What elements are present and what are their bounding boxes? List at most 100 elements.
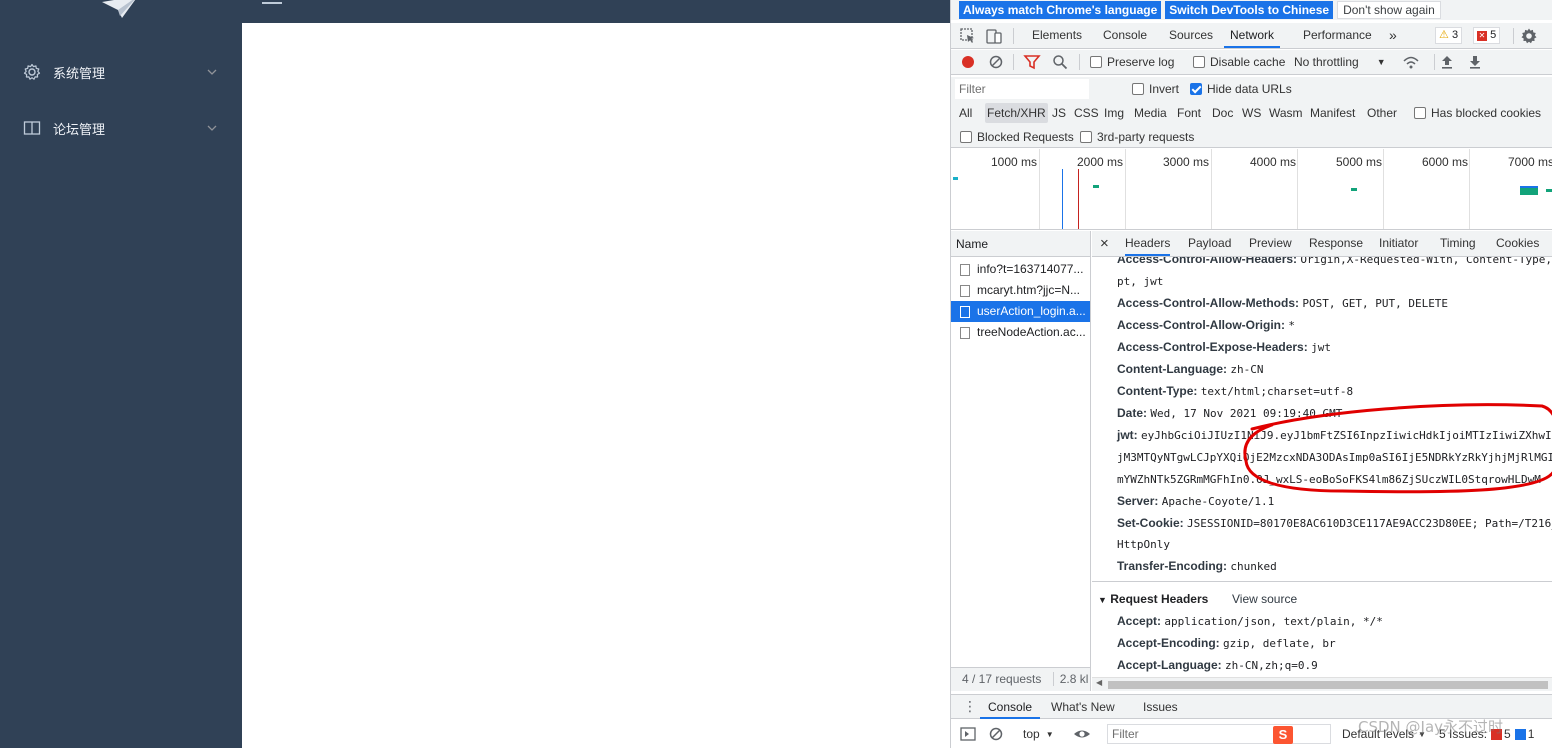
paper-plane-logo-icon — [102, 0, 136, 18]
hide-data-urls-checkbox[interactable]: Hide data URLs — [1190, 82, 1292, 96]
type-filter-css[interactable]: CSS — [1072, 103, 1101, 123]
blocked-requests-checkbox[interactable]: Blocked Requests — [960, 130, 1074, 144]
request-headers-section-toggle[interactable]: ▼ Request Headers — [1098, 592, 1208, 606]
tab-headers[interactable]: Headers — [1125, 231, 1171, 256]
request-row[interactable]: mcaryt.htm?jjc=N... — [951, 280, 1090, 301]
checkbox-box[interactable] — [1414, 107, 1426, 119]
match-language-button[interactable]: Always match Chrome's language — [959, 1, 1162, 19]
network-toolbar: Preserve log Disable cache No throttling… — [951, 50, 1552, 75]
type-filter-all[interactable]: All — [957, 103, 974, 123]
clear-console-icon[interactable] — [987, 725, 1005, 743]
scroll-left-arrow-icon[interactable]: ◀ — [1096, 678, 1102, 687]
tab-elements[interactable]: Elements — [1032, 23, 1082, 48]
checkbox-box[interactable] — [1090, 56, 1102, 68]
sidebar-item-label: 论坛管理 — [53, 122, 106, 138]
resource-type-filters: All Fetch/XHR JS CSS Img Media Font Doc … — [951, 101, 1552, 125]
drawer-tab-console[interactable]: Console — [980, 695, 1041, 719]
import-har-upload-icon[interactable] — [1438, 53, 1456, 71]
filter-funnel-icon[interactable] — [1023, 53, 1041, 71]
console-filter-input[interactable] — [1107, 724, 1331, 744]
type-filter-img[interactable]: Img — [1102, 103, 1126, 123]
drawer-tab-whats-new[interactable]: What's New — [1051, 695, 1115, 719]
drawer-menu-kebab-icon[interactable]: ⋮ — [963, 698, 977, 715]
book-icon — [23, 121, 41, 135]
type-filter-fetch-xhr[interactable]: Fetch/XHR — [985, 103, 1048, 123]
name-column-header[interactable]: Name — [951, 231, 1090, 257]
request-row[interactable]: info?t=163714077... — [951, 259, 1090, 280]
checkbox-box[interactable] — [1193, 56, 1205, 68]
tab-sources[interactable]: Sources — [1169, 23, 1213, 48]
network-overview-timeline[interactable]: 1000 ms 2000 ms 3000 ms 4000 ms 5000 ms … — [951, 149, 1552, 230]
invert-checkbox[interactable]: Invert — [1132, 82, 1179, 96]
show-sidebar-icon[interactable] — [959, 725, 977, 743]
tab-preview[interactable]: Preview — [1249, 231, 1292, 256]
search-icon[interactable] — [1051, 53, 1069, 71]
checkbox-box[interactable] — [1080, 131, 1092, 143]
header-value: chunked — [1230, 560, 1277, 573]
more-tabs-icon[interactable]: » — [1389, 23, 1397, 48]
checkbox-box-checked[interactable] — [1190, 83, 1202, 95]
inspect-element-icon[interactable] — [959, 27, 977, 45]
filter-input[interactable] — [955, 79, 1089, 99]
header-line: Accept-Encoding: gzip, deflate, br — [1117, 636, 1336, 650]
live-expression-eye-icon[interactable] — [1073, 725, 1091, 743]
switch-to-chinese-button[interactable]: Switch DevTools to Chinese — [1165, 1, 1334, 19]
errors-badge[interactable]: ✕ 5 — [1473, 27, 1501, 44]
drawer-tab-issues[interactable]: Issues — [1143, 695, 1178, 719]
context-select[interactable]: top ▼ — [1023, 727, 1054, 741]
scrollbar-thumb[interactable] — [1108, 681, 1548, 689]
type-filter-media[interactable]: Media — [1132, 103, 1169, 123]
header-line: Access-Control-Allow-Methods: POST, GET,… — [1117, 296, 1448, 310]
record-icon[interactable] — [959, 53, 977, 71]
toolbar-divider — [1013, 28, 1014, 44]
header-line: Content-Language: zh-CN — [1117, 362, 1263, 376]
request-row-selected[interactable]: userAction_login.a... — [951, 301, 1090, 322]
type-filter-font[interactable]: Font — [1175, 103, 1203, 123]
tab-response[interactable]: Response — [1309, 231, 1363, 256]
timeline-tick-label: 5000 ms — [1336, 155, 1383, 169]
header-name: jwt: — [1117, 428, 1138, 442]
type-filter-doc[interactable]: Doc — [1210, 103, 1235, 123]
tab-payload[interactable]: Payload — [1188, 231, 1231, 256]
filter-row: Invert Hide data URLs — [951, 77, 1552, 101]
view-source-link[interactable]: View source — [1232, 592, 1297, 606]
horizontal-scrollbar[interactable]: ◀ — [1092, 677, 1552, 691]
sidebar-item-system-management[interactable]: 系统管理 — [0, 44, 242, 100]
type-filter-ws[interactable]: WS — [1240, 103, 1263, 123]
type-filter-other[interactable]: Other — [1365, 103, 1399, 123]
network-conditions-wifi-icon[interactable] — [1402, 53, 1420, 71]
header-value: JSESSIONID=80170E8AC610D3CE117AE9ACC23D8… — [1187, 517, 1552, 530]
clear-icon[interactable] — [987, 53, 1005, 71]
disable-cache-checkbox[interactable]: Disable cache — [1193, 55, 1285, 69]
timeline-gridline — [1297, 149, 1298, 229]
type-filter-js[interactable]: JS — [1050, 103, 1068, 123]
devtools-panel: Always match Chrome's language Switch De… — [950, 0, 1552, 748]
hamburger-menu-icon[interactable] — [262, 0, 282, 6]
settings-gear-icon[interactable] — [1520, 27, 1538, 45]
invert-label: Invert — [1149, 82, 1180, 96]
tab-cookies[interactable]: Cookies — [1496, 231, 1539, 256]
third-party-requests-checkbox[interactable]: 3rd-party requests — [1080, 130, 1194, 144]
close-details-icon[interactable]: × — [1100, 231, 1109, 256]
issue-info-count: 1 — [1527, 727, 1535, 741]
issue-info-icon — [1514, 728, 1526, 740]
header-name: Content-Language: — [1117, 362, 1227, 376]
type-filter-wasm[interactable]: Wasm — [1267, 103, 1305, 123]
tab-performance[interactable]: Performance — [1303, 23, 1372, 48]
tab-network[interactable]: Network — [1224, 23, 1281, 48]
checkbox-box[interactable] — [1132, 83, 1144, 95]
device-toolbar-icon[interactable] — [985, 27, 1003, 45]
type-filter-manifest[interactable]: Manifest — [1308, 103, 1357, 123]
tab-timing[interactable]: Timing — [1440, 231, 1476, 256]
export-har-download-icon[interactable] — [1466, 53, 1484, 71]
has-blocked-cookies-checkbox[interactable]: Has blocked cookies — [1414, 106, 1541, 120]
preserve-log-checkbox[interactable]: Preserve log — [1090, 55, 1174, 69]
throttling-select[interactable]: No throttling ▼ — [1294, 55, 1386, 69]
request-row[interactable]: treeNodeAction.ac... — [951, 322, 1090, 343]
tab-console[interactable]: Console — [1103, 23, 1147, 48]
checkbox-box[interactable] — [960, 131, 972, 143]
warnings-badge[interactable]: ⚠ 3 — [1435, 27, 1463, 44]
dont-show-again-button[interactable]: Don't show again — [1337, 1, 1441, 19]
sidebar-item-forum-management[interactable]: 论坛管理 — [0, 100, 242, 156]
tab-initiator[interactable]: Initiator — [1379, 231, 1418, 256]
